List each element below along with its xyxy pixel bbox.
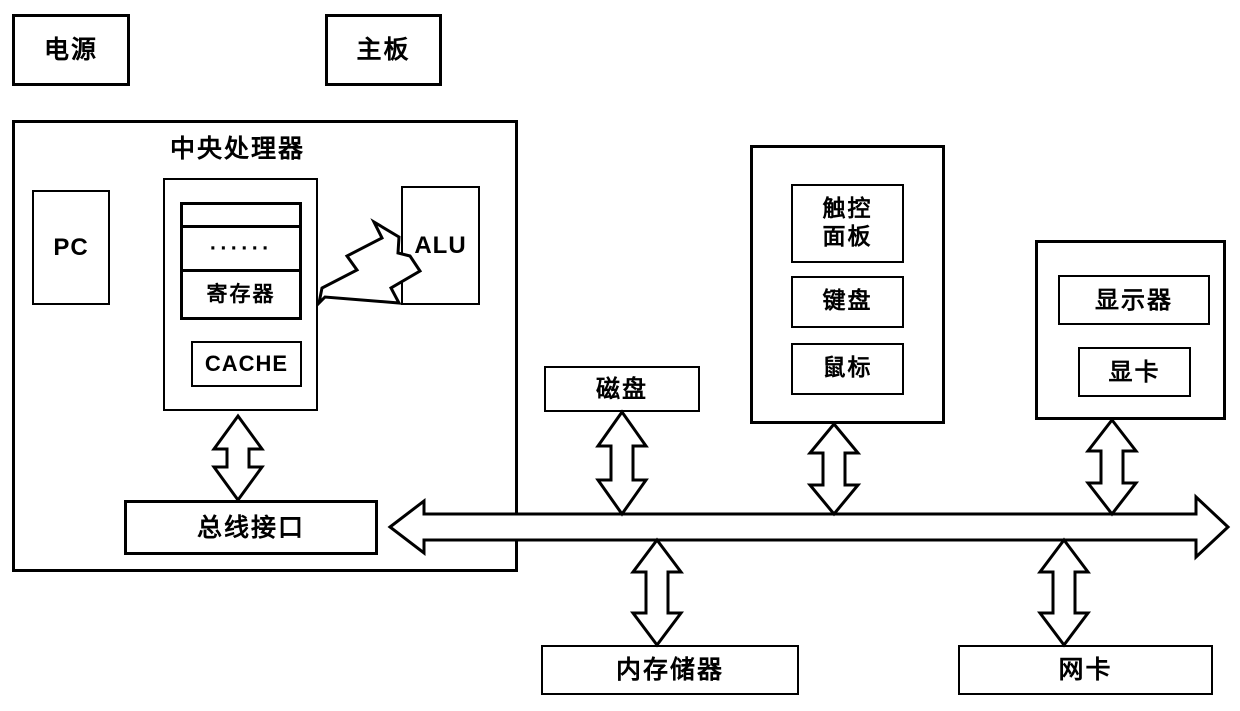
network-card-label: 网卡 <box>1058 655 1113 685</box>
touch-panel-box: 触控 面板 <box>791 184 904 263</box>
register-row-blank <box>183 205 299 225</box>
disk-label: 磁盘 <box>596 374 648 403</box>
memory-box: 内存储器 <box>541 645 799 695</box>
memory-to-bus-arrow <box>630 537 684 648</box>
alu-box: ALU <box>401 186 480 305</box>
power-supply-label: 电源 <box>43 35 98 65</box>
bus-interface-label: 总线接口 <box>196 512 305 542</box>
network-card-box: 网卡 <box>958 645 1213 695</box>
pc-label: PC <box>53 233 89 261</box>
input-devices-to-bus-arrow <box>806 421 862 517</box>
power-supply-box: 电源 <box>12 14 130 86</box>
graphics-card-label: 显卡 <box>1108 357 1161 386</box>
cache-label: CACHE <box>204 351 289 376</box>
bus-interface-box: 总线接口 <box>124 500 378 555</box>
register-row-label: 寄存器 <box>183 268 299 317</box>
mouse-label: 鼠标 <box>822 355 873 382</box>
memory-label: 内存储器 <box>615 655 724 685</box>
monitor-box: 显示器 <box>1058 275 1210 325</box>
pc-box: PC <box>32 190 110 305</box>
register-stack: ······ 寄存器 <box>180 202 302 320</box>
register-ellipsis-label: ······ <box>209 238 273 259</box>
register-row-ellipsis: ······ <box>183 225 299 268</box>
keyboard-box: 键盘 <box>791 276 904 328</box>
disk-box: 磁盘 <box>544 366 700 412</box>
disk-to-bus-arrow <box>595 409 649 517</box>
network-card-to-bus-arrow <box>1037 537 1091 648</box>
monitor-label: 显示器 <box>1095 285 1173 314</box>
mainboard-label: 主板 <box>356 35 411 65</box>
cpu-title: 中央处理器 <box>170 134 306 163</box>
alu-label: ALU <box>414 231 467 259</box>
mouse-box: 鼠标 <box>791 343 904 395</box>
display-to-bus-arrow <box>1084 417 1140 517</box>
touch-panel-label: 触控 面板 <box>822 196 873 250</box>
mainboard-box: 主板 <box>325 14 442 86</box>
keyboard-label: 键盘 <box>822 288 873 315</box>
cache-box: CACHE <box>191 341 302 387</box>
register-label: 寄存器 <box>206 282 276 307</box>
graphics-card-box: 显卡 <box>1078 347 1191 397</box>
diagram-canvas: 电源 主板 中央处理器 PC ······ 寄存器 CACHE ALU 总线接口 <box>0 0 1240 711</box>
